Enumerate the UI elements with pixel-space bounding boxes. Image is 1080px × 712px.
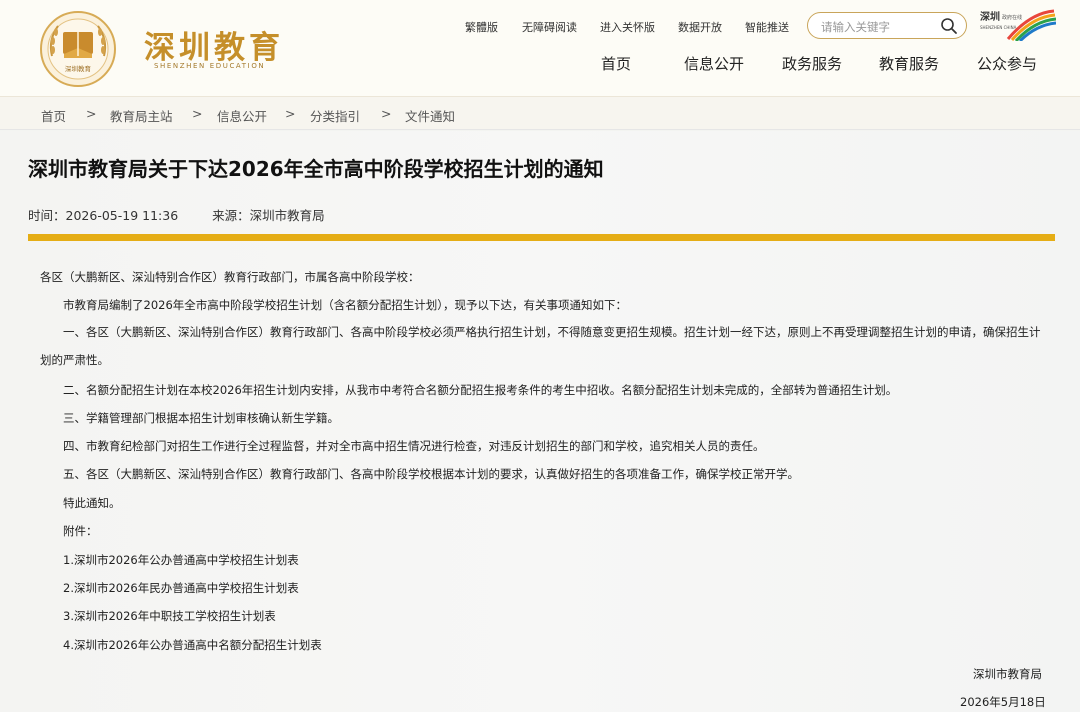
breadcrumb-bureau-site[interactable]: 教育局主站 xyxy=(110,106,173,125)
breadcrumb-category-guide[interactable]: 分类指引 xyxy=(310,106,360,125)
breadcrumb-separator: > xyxy=(285,106,296,121)
open-data-link[interactable]: 数据开放 xyxy=(678,19,722,35)
intro-paragraph: 市教育局编制了2026年全市高中阶段学校招生计划（含名额分配招生计划），现予以下… xyxy=(63,298,628,312)
attachment-link[interactable]: 1.深圳市2026年公办普通高中学校招生计划表 xyxy=(63,552,299,568)
attachment-link[interactable]: 4.深圳市2026年公办普通高中名额分配招生计划表 xyxy=(63,637,322,653)
notice-item-1: 一、各区（大鹏新区、深汕特别合作区）教育行政部门、各高中阶段学校必须严格执行招生… xyxy=(40,325,1041,367)
search-box[interactable]: 请输入关键字 xyxy=(807,12,967,39)
breadcrumb-file-notices[interactable]: 文件通知 xyxy=(405,106,455,125)
care-mode-link[interactable]: 进入关怀版 xyxy=(600,19,655,35)
breadcrumb-separator: > xyxy=(192,106,203,121)
svg-text:深圳教育: 深圳教育 xyxy=(65,64,92,73)
nav-education-services[interactable]: 教育服务 xyxy=(879,53,939,74)
accessible-reading-link[interactable]: 无障碍阅读 xyxy=(522,19,577,35)
search-icon[interactable] xyxy=(940,17,958,35)
breadcrumb-info-disclosure[interactable]: 信息公开 xyxy=(217,106,267,125)
attachment-link[interactable]: 3.深圳市2026年中职技工学校招生计划表 xyxy=(63,608,276,624)
notice-item-5: 五、各区（大鹏新区、深汕特别合作区）教育行政部门、各高中阶段学校根据本计划的要求… xyxy=(63,467,799,481)
signature-date: 2026年5月18日 xyxy=(960,695,1046,709)
nav-info-disclosure[interactable]: 信息公开 xyxy=(684,53,744,74)
svg-text:深圳: 深圳 xyxy=(980,10,1000,23)
signature: 深圳市教育局 xyxy=(973,667,1042,681)
breadcrumb: 首页 > 教育局主站 > 信息公开 > 分类指引 > 文件通知 xyxy=(0,96,1080,130)
salutation: 各区（大鹏新区、深汕特别合作区）教育行政部门，市属各高中阶段学校： xyxy=(40,270,420,284)
publish-time: 2026-05-19 11:36 xyxy=(65,208,179,223)
notice-item-2: 二、名额分配招生计划在本校2026年招生计划内安排，从我市中考符合名额分配招生报… xyxy=(63,383,898,397)
search-input[interactable]: 请输入关键字 xyxy=(821,19,890,35)
title-divider xyxy=(28,234,1055,241)
attachment-link[interactable]: 2.深圳市2026年民办普通高中学校招生计划表 xyxy=(63,580,299,596)
attachments-label: 附件： xyxy=(63,524,98,538)
breadcrumb-separator: > xyxy=(381,106,392,121)
breadcrumb-home[interactable]: 首页 xyxy=(41,106,66,125)
smart-push-link[interactable]: 智能推送 xyxy=(745,19,789,35)
education-seal-logo[interactable]: 深圳教育 xyxy=(38,10,118,88)
traditional-chinese-link[interactable]: 繁體版 xyxy=(465,19,498,35)
nav-home[interactable]: 首页 xyxy=(601,53,631,74)
nav-public-participation[interactable]: 公众参与 xyxy=(977,53,1037,74)
article-title: 深圳市教育局关于下达2026年全市高中阶段学校招生计划的通知 xyxy=(28,157,604,181)
shenzhen-government-online-logo[interactable]: 深圳 政府在线 SHENZHEN CHINA xyxy=(978,9,1056,41)
svg-text:SHENZHEN CHINA: SHENZHEN CHINA xyxy=(980,25,1017,30)
article-source: 深圳市教育局 xyxy=(249,208,325,223)
closing-text: 特此通知。 xyxy=(63,496,121,510)
site-header: 深圳教育 深圳教育 SHENZHEN EDUCATION 繁體版 无障碍阅读 进… xyxy=(0,0,1080,96)
site-logo-text[interactable]: 深圳教育 xyxy=(144,22,284,67)
notice-item-3: 三、学籍管理部门根据本招生计划审核确认新生学籍。 xyxy=(63,411,339,425)
site-logo-subtitle: SHENZHEN EDUCATION xyxy=(154,62,266,70)
breadcrumb-separator: > xyxy=(86,106,97,121)
svg-text:政府在线: 政府在线 xyxy=(1002,14,1022,21)
nav-government-services[interactable]: 政务服务 xyxy=(782,53,842,74)
time-label: 时间： xyxy=(28,208,66,223)
article-meta: 时间：2026-05-19 11:36 来源：深圳市教育局 xyxy=(28,205,325,224)
source-label: 来源： xyxy=(212,208,250,223)
notice-item-4: 四、市教育纪检部门对招生工作进行全过程监督，并对全市高中招生情况进行检查，对违反… xyxy=(63,439,765,453)
